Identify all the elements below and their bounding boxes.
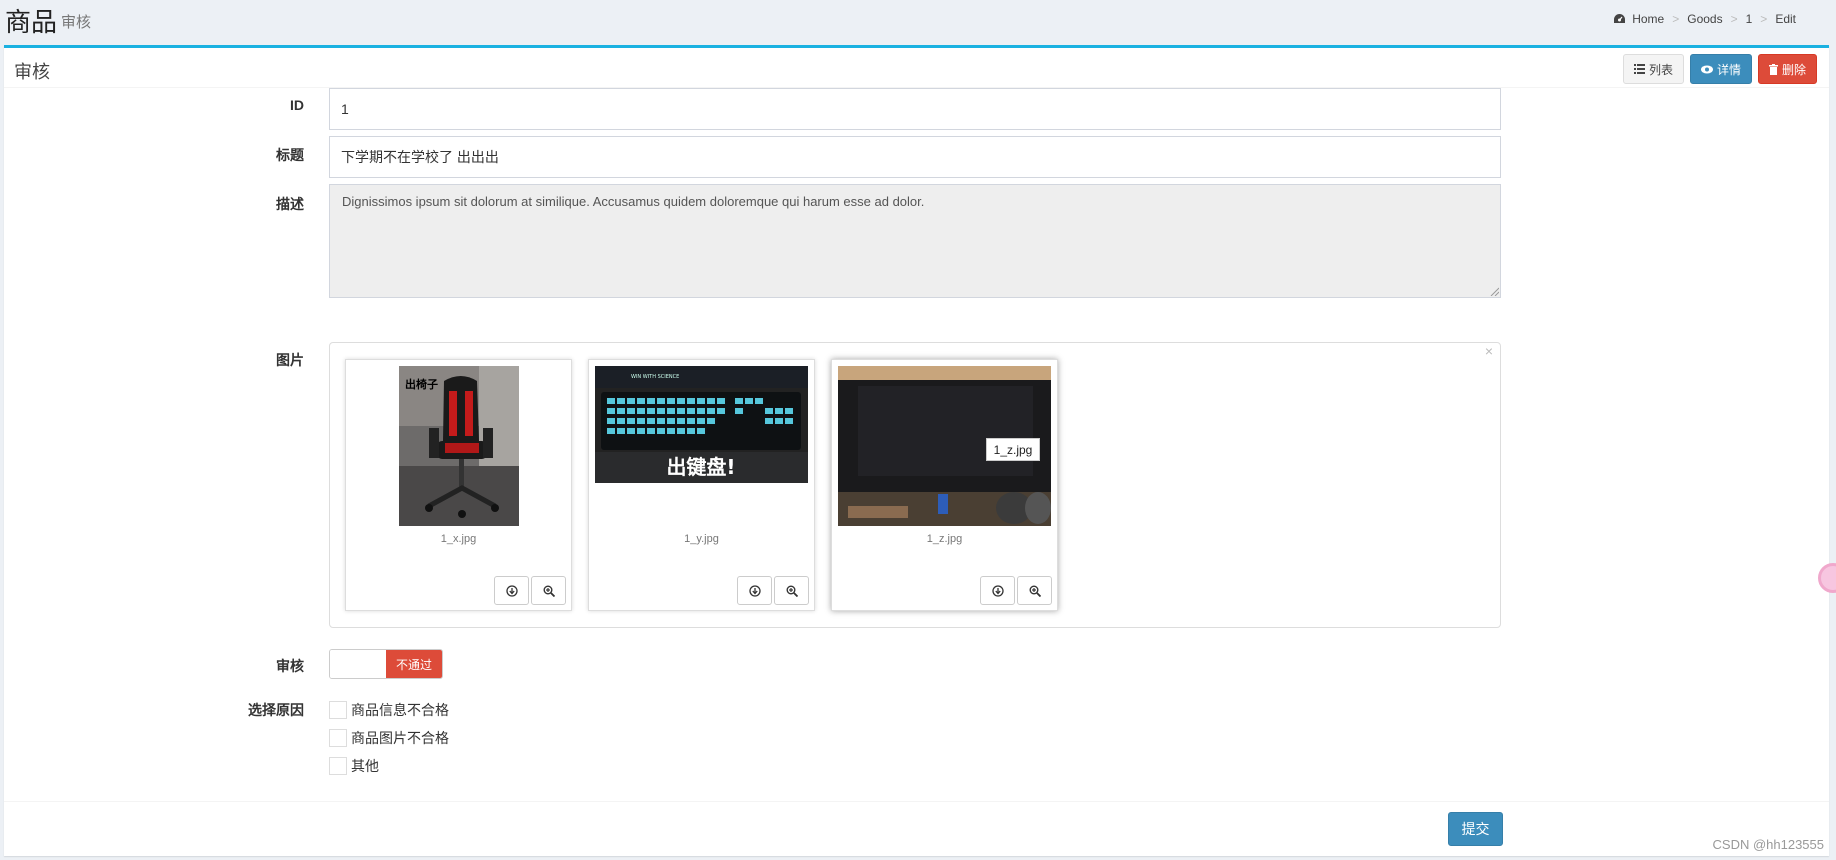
- keyboard-overlay-text: 出键盘!: [666, 455, 735, 479]
- breadcrumb: Home > Goods > 1 > Edit: [1613, 12, 1796, 26]
- reason-option-label: 商品信息不合格: [351, 702, 449, 718]
- image-filename: 1_y.jpg: [684, 533, 719, 545]
- breadcrumb-separator: >: [1760, 12, 1768, 26]
- list-icon: [1633, 64, 1645, 74]
- delete-button-label: 删除: [1781, 62, 1806, 77]
- zoom-button[interactable]: [531, 576, 566, 605]
- breadcrumb-edit: Edit: [1775, 12, 1796, 26]
- id-label: ID: [290, 97, 304, 113]
- reason-option[interactable]: 其他: [329, 756, 379, 776]
- breadcrumb-id[interactable]: 1: [1746, 12, 1753, 26]
- download-icon: [748, 584, 761, 597]
- reason-option[interactable]: 商品图片不合格: [329, 728, 449, 748]
- checkbox[interactable]: [329, 701, 347, 719]
- download-icon: [505, 584, 518, 597]
- reason-option-label: 商品图片不合格: [351, 730, 449, 746]
- chair-overlay-text: 出椅子: [405, 377, 438, 391]
- description-value: Dignissimos ipsum sit dolorum at similiq…: [342, 194, 925, 209]
- id-value: 1: [341, 101, 349, 117]
- download-button[interactable]: [980, 576, 1015, 605]
- image-actions: [737, 576, 809, 605]
- page-header: 商品 审核 Home > Goods > 1 > Edit: [0, 0, 1836, 44]
- title-field[interactable]: 下学期不在学校了 出出出: [329, 136, 1501, 178]
- image-preview-area: × 出椅子 1_x.jpg WIN WITH SCIENCE 出键盘! 1_y.…: [329, 342, 1501, 628]
- eye-icon: [1700, 65, 1713, 73]
- image-thumbnail[interactable]: 出椅子 1_x.jpg: [345, 359, 572, 611]
- description-label: 描述: [276, 196, 304, 212]
- description-field[interactable]: Dignissimos ipsum sit dolorum at similiq…: [329, 184, 1501, 298]
- reason-option-label: 其他: [351, 758, 379, 774]
- list-button[interactable]: 列表: [1622, 54, 1684, 84]
- image-thumbnail[interactable]: 1_z.jpg 1_z.jpg: [831, 359, 1058, 611]
- breadcrumb-home[interactable]: Home: [1632, 12, 1664, 26]
- delete-button[interactable]: 删除: [1757, 54, 1817, 84]
- review-label: 审核: [276, 658, 304, 674]
- title-label: 标题: [276, 147, 304, 163]
- reason-option[interactable]: 商品信息不合格: [329, 700, 449, 720]
- download-button[interactable]: [494, 576, 529, 605]
- list-button-label: 列表: [1648, 62, 1673, 77]
- panel-tools: 列表 详情 删除: [1622, 54, 1817, 84]
- dashboard-icon: [1614, 14, 1626, 23]
- panel-header: 审核 列表 详情 删除: [4, 48, 1829, 88]
- download-icon: [991, 584, 1004, 597]
- keyboard-image: WIN WITH SCIENCE 出键盘!: [595, 366, 808, 483]
- image-actions: [494, 576, 566, 605]
- zoom-button[interactable]: [774, 576, 809, 605]
- filename-tooltip: 1_z.jpg: [986, 438, 1040, 461]
- page-subtitle: 审核: [61, 14, 92, 31]
- review-toggle[interactable]: 不通过: [329, 649, 443, 679]
- page-title: 商品: [5, 7, 58, 37]
- zoom-in-icon: [1029, 585, 1041, 597]
- edit-panel: 审核 列表 详情 删除 ID 1 标题 下学期不在学校了 出出出 描述 Dign…: [4, 45, 1829, 856]
- checkbox[interactable]: [329, 729, 347, 747]
- detail-button-label: 详情: [1716, 62, 1741, 77]
- panel-title: 审核: [14, 62, 50, 82]
- toggle-handle: [330, 650, 386, 678]
- image-filename: 1_x.jpg: [440, 533, 477, 545]
- watermark: CSDN @hh123555: [1712, 837, 1824, 852]
- download-button[interactable]: [737, 576, 772, 605]
- title-value: 下学期不在学校了 出出出: [341, 149, 499, 165]
- image-actions: [980, 576, 1052, 605]
- reasons-label: 选择原因: [248, 702, 304, 718]
- close-icon[interactable]: ×: [1485, 343, 1493, 359]
- zoom-in-icon: [786, 585, 798, 597]
- breadcrumb-goods[interactable]: Goods: [1687, 12, 1722, 26]
- toggle-state-label: 不通过: [386, 650, 442, 678]
- chair-image: 出椅子: [399, 366, 519, 526]
- zoom-button[interactable]: [1017, 576, 1052, 605]
- trash-icon: [1768, 63, 1778, 75]
- id-field[interactable]: 1: [329, 88, 1501, 130]
- keyboard-banner-text: WIN WITH SCIENCE: [631, 374, 679, 380]
- detail-button[interactable]: 详情: [1689, 54, 1752, 84]
- image-filename: 1_z.jpg: [926, 533, 963, 545]
- checkbox[interactable]: [329, 757, 347, 775]
- submit-button[interactable]: 提交: [1448, 812, 1503, 846]
- image-thumbnail[interactable]: WIN WITH SCIENCE 出键盘! 1_y.jpg: [588, 359, 815, 611]
- breadcrumb-separator: >: [1672, 12, 1680, 26]
- images-label: 图片: [276, 352, 304, 368]
- panel-footer: 提交: [4, 801, 1829, 859]
- resize-grip-icon[interactable]: [1489, 286, 1499, 296]
- breadcrumb-separator: >: [1730, 12, 1738, 26]
- zoom-in-icon: [543, 585, 555, 597]
